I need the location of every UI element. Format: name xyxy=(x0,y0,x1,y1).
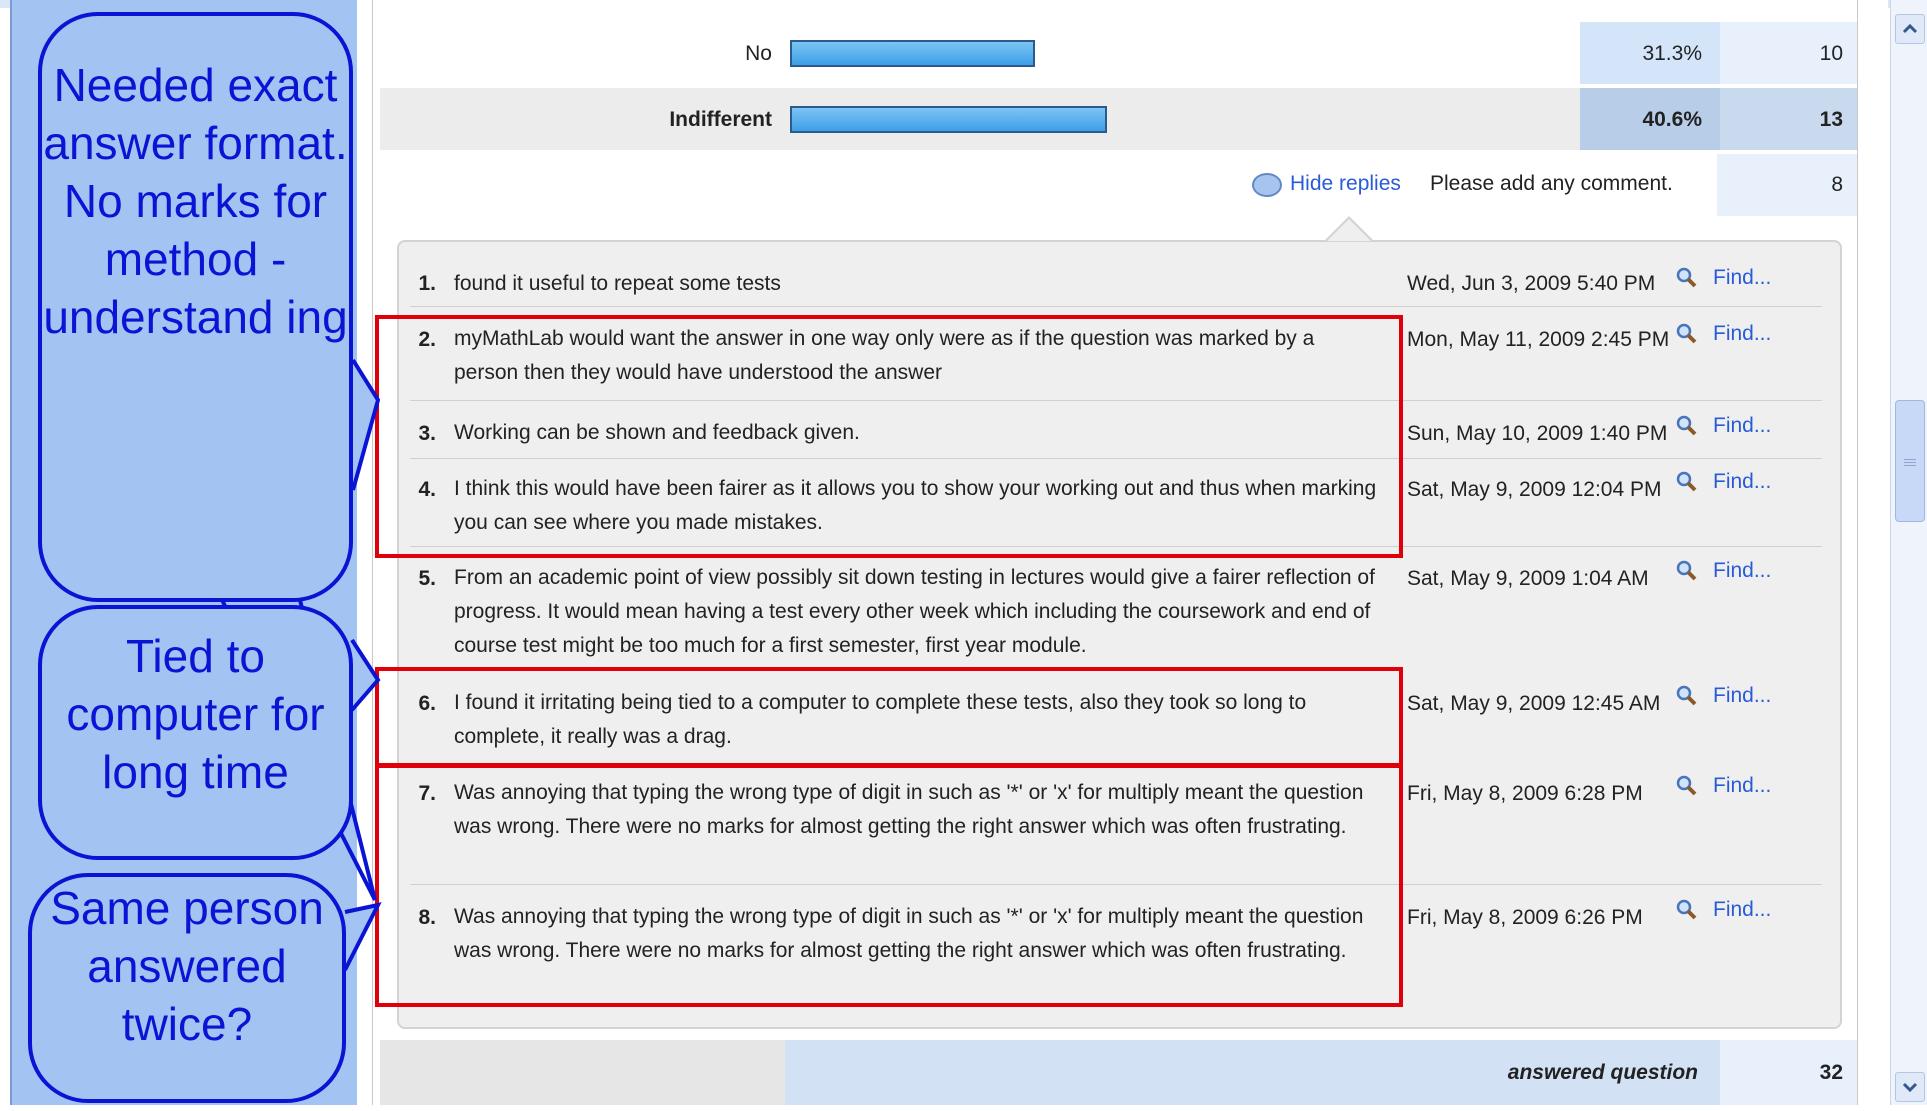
magnifier-icon xyxy=(1676,267,1697,288)
find-link-label: Find... xyxy=(1713,470,1772,493)
poll-bar-track xyxy=(790,22,1590,84)
reply-text: From an academic point of view possibly … xyxy=(454,566,1375,657)
poll-row-percent: 31.3% xyxy=(1580,22,1720,84)
hide-replies-link[interactable]: Hide replies xyxy=(1290,172,1401,196)
poll-row-label: Indifferent xyxy=(669,108,772,131)
highlight-box xyxy=(375,764,1403,1007)
chevron-down-icon xyxy=(1902,1082,1918,1093)
right-gap xyxy=(1857,0,1888,1105)
scroll-down-button[interactable] xyxy=(1895,1072,1925,1102)
find-link-label: Find... xyxy=(1713,322,1772,345)
vertical-scrollbar[interactable] xyxy=(1890,0,1927,1105)
poll-bar xyxy=(790,40,1035,67)
reply-date: Sun, May 10, 2009 1:40 PM xyxy=(1407,422,1668,445)
comment-count: 8 xyxy=(1717,154,1857,216)
reply-text: found it useful to repeat some tests xyxy=(454,272,781,295)
reply-number: 5. xyxy=(418,567,436,590)
reply-date: Fri, May 8, 2009 6:28 PM xyxy=(1407,782,1643,805)
poll-row-percent: 40.6% xyxy=(1580,88,1720,150)
reply-separator xyxy=(410,306,1822,307)
callout-same-person: Same person answered twice? xyxy=(28,873,346,1103)
find-link-label: Find... xyxy=(1713,898,1772,921)
magnifier-icon xyxy=(1676,471,1697,492)
find-link[interactable]: Find... xyxy=(1676,684,1772,708)
poll-bar xyxy=(790,106,1107,133)
find-link[interactable]: Find... xyxy=(1676,470,1772,494)
find-link-label: Find... xyxy=(1713,684,1772,707)
reply-date: Sat, May 9, 2009 12:45 AM xyxy=(1407,692,1661,715)
poll-row-count: 10 xyxy=(1720,22,1857,84)
magnifier-icon xyxy=(1676,323,1697,344)
reply-date: Sat, May 9, 2009 12:04 PM xyxy=(1407,478,1662,501)
magnifier-icon xyxy=(1676,560,1697,581)
scroll-up-button[interactable] xyxy=(1895,14,1925,44)
panel-caret-inner xyxy=(1327,219,1371,241)
magnifier-icon xyxy=(1676,775,1697,796)
find-link-label: Find... xyxy=(1713,266,1772,289)
footer-row: answered question 32 xyxy=(380,1040,1857,1105)
magnifier-icon xyxy=(1676,415,1697,436)
find-link-label: Find... xyxy=(1713,559,1772,582)
survey-results-screen: No 31.3% 10 Indifferent 40.6% 13 Hide re… xyxy=(0,0,1927,1105)
reply-number: 1. xyxy=(418,272,436,295)
reply-item: 1. found it useful to repeat some tests … xyxy=(410,266,1822,312)
poll-bar-track xyxy=(790,88,1590,150)
find-link[interactable]: Find... xyxy=(1676,414,1772,438)
footer-spacer xyxy=(380,1040,785,1105)
poll-row-label: No xyxy=(745,42,772,65)
scroll-grip-icon xyxy=(1904,459,1916,460)
left-gap xyxy=(357,0,372,1105)
reply-date: Wed, Jun 3, 2009 5:40 PM xyxy=(1407,272,1656,295)
reply-date: Mon, May 11, 2009 2:45 PM xyxy=(1407,328,1670,351)
callout-tied-to-computer: Tied to computer for long time xyxy=(38,605,353,860)
poll-row-indifferent: Indifferent 40.6% 13 xyxy=(380,88,1857,150)
magnifier-icon xyxy=(1676,899,1697,920)
footer-label: answered question xyxy=(785,1040,1720,1105)
poll-row-count: 13 xyxy=(1720,88,1857,150)
find-link-label: Find... xyxy=(1713,774,1772,797)
reply-date: Fri, May 8, 2009 6:26 PM xyxy=(1407,906,1643,929)
poll-row-no: No 31.3% 10 xyxy=(380,22,1857,84)
magnifier-icon xyxy=(1676,685,1697,706)
find-link-label: Find... xyxy=(1713,414,1772,437)
find-link[interactable]: Find... xyxy=(1676,898,1772,922)
find-link[interactable]: Find... xyxy=(1676,266,1772,290)
scroll-thumb[interactable] xyxy=(1895,400,1925,522)
find-link[interactable]: Find... xyxy=(1676,774,1772,798)
find-link[interactable]: Find... xyxy=(1676,322,1772,346)
reply-date: Sat, May 9, 2009 1:04 AM xyxy=(1407,567,1649,590)
find-link[interactable]: Find... xyxy=(1676,559,1772,583)
comment-prompt: Please add any comment. xyxy=(1430,172,1673,195)
highlight-box xyxy=(375,315,1403,558)
speech-bubble-icon xyxy=(1252,173,1282,197)
highlight-box xyxy=(375,667,1403,767)
reply-item: 5. From an academic point of view possib… xyxy=(410,559,1822,667)
chevron-up-icon xyxy=(1902,23,1918,34)
footer-count: 32 xyxy=(1720,1040,1857,1105)
callout-exact-answer-format: Needed exact answer format. No marks for… xyxy=(38,12,353,602)
